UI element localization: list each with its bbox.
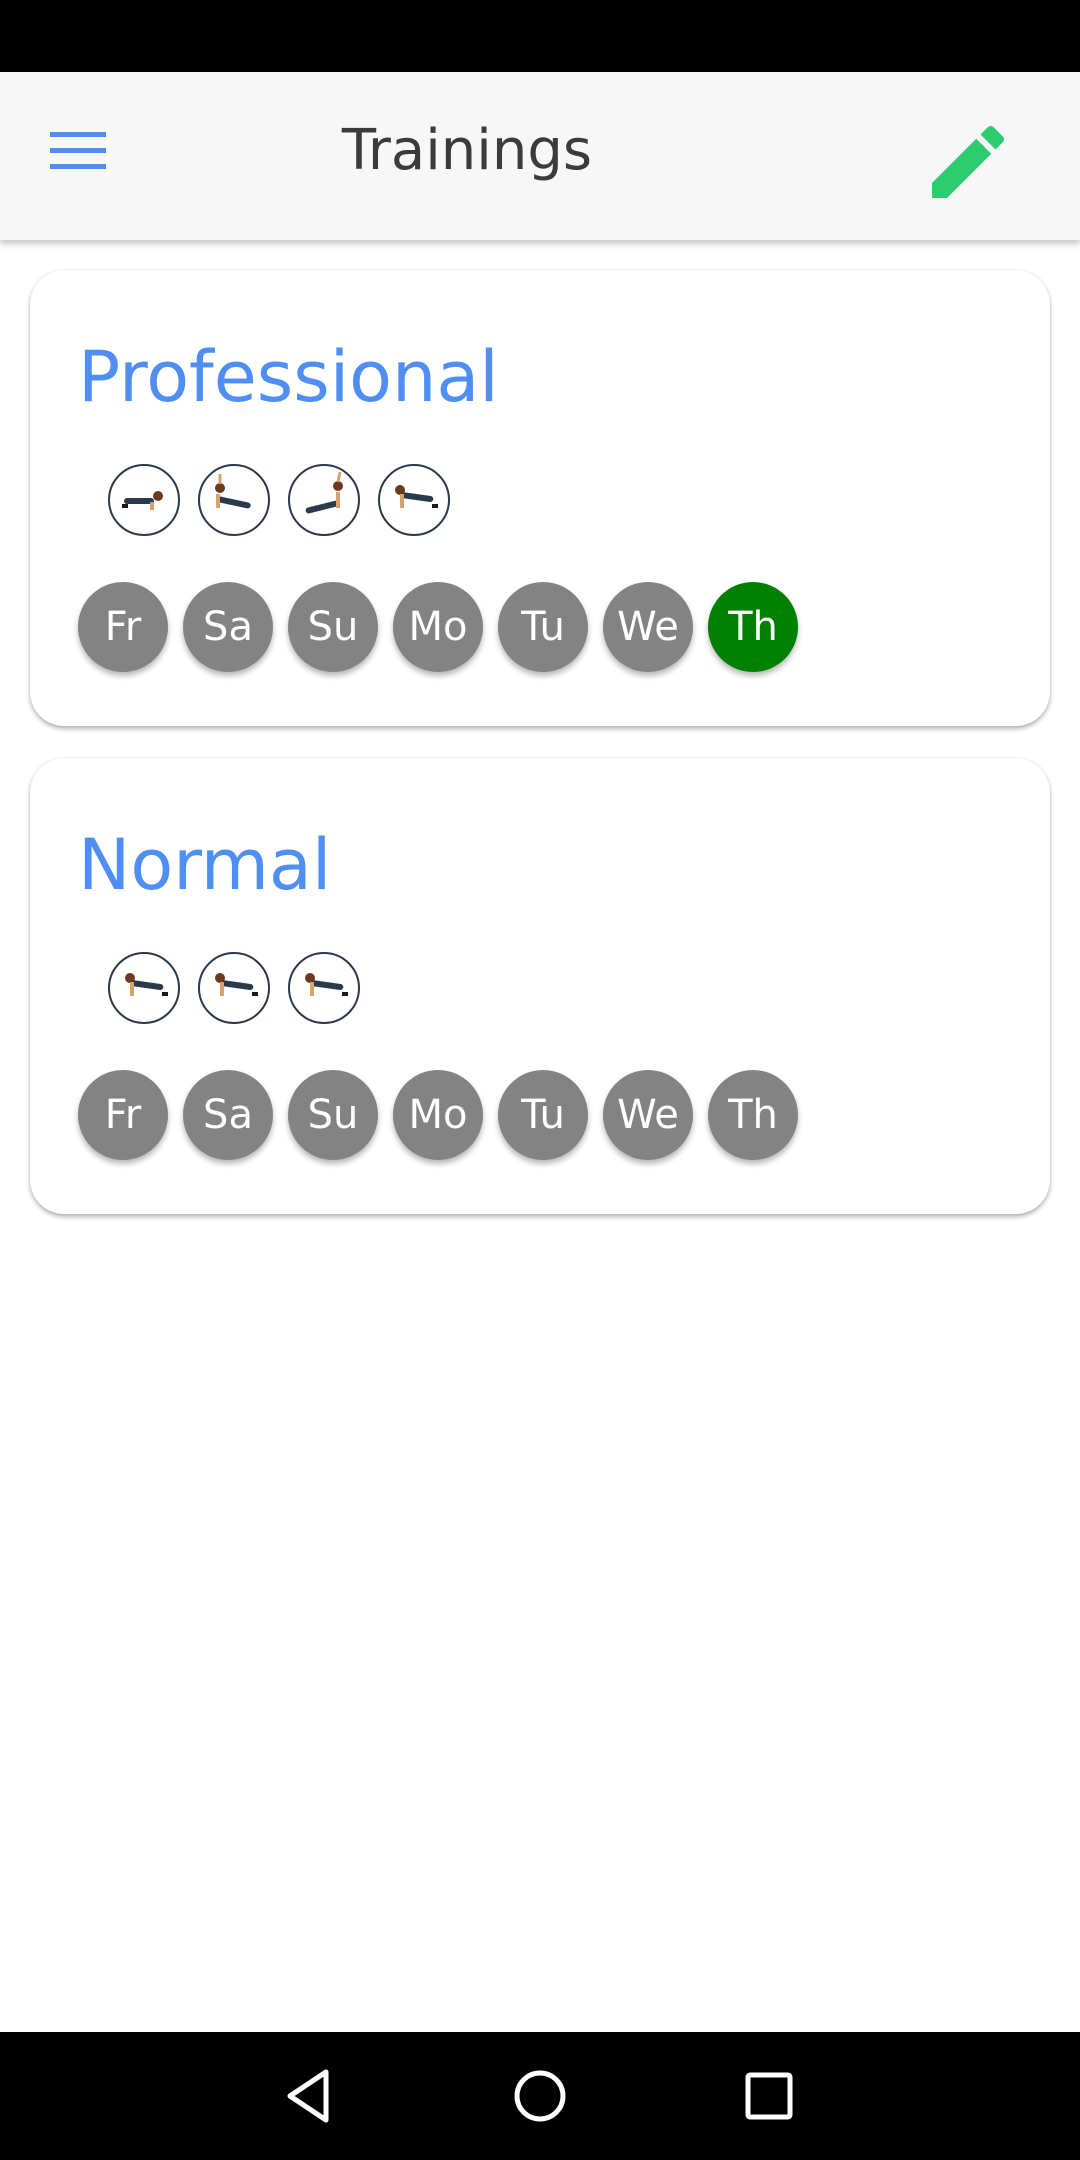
status-bar <box>0 0 1080 72</box>
pushup-icon <box>378 464 450 536</box>
day-toggle-we[interactable]: We <box>603 1070 693 1160</box>
day-toggle-su[interactable]: Su <box>288 582 378 672</box>
recents-button[interactable] <box>728 2056 808 2136</box>
day-toggle-we[interactable]: We <box>603 582 693 672</box>
side-plank-icon <box>288 464 360 536</box>
training-card-normal[interactable]: Normal Fr Sa Su Mo Tu We Th <box>30 758 1050 1214</box>
system-navigation-bar <box>0 2032 1080 2160</box>
day-toggle-fr[interactable]: Fr <box>78 582 168 672</box>
home-icon <box>514 2070 566 2122</box>
day-toggle-fr[interactable]: Fr <box>78 1070 168 1160</box>
weekday-selector: Fr Sa Su Mo Tu We Th <box>78 582 813 672</box>
day-toggle-su[interactable]: Su <box>288 1070 378 1160</box>
pushup-icon <box>288 952 360 1024</box>
side-plank-icon <box>198 464 270 536</box>
edit-pencil-icon <box>932 125 1005 198</box>
day-toggle-th[interactable]: Th <box>708 582 798 672</box>
day-toggle-mo[interactable]: Mo <box>393 582 483 672</box>
day-toggle-mo[interactable]: Mo <box>393 1070 483 1160</box>
day-toggle-tu[interactable]: Tu <box>498 582 588 672</box>
page-title: Trainings <box>341 118 593 183</box>
pushup-icon <box>198 952 270 1024</box>
back-button[interactable] <box>268 2056 348 2136</box>
day-toggle-th[interactable]: Th <box>708 1070 798 1160</box>
training-card-professional[interactable]: Professional Fr Sa Su Mo Tu We Th <box>30 270 1050 726</box>
day-toggle-tu[interactable]: Tu <box>498 1070 588 1160</box>
exercise-list <box>108 464 468 540</box>
training-title: Normal <box>78 824 332 906</box>
weekday-selector: Fr Sa Su Mo Tu We Th <box>78 1070 813 1160</box>
back-icon <box>287 2069 329 2123</box>
plank-icon <box>108 464 180 536</box>
pushup-icon <box>108 952 180 1024</box>
home-button[interactable] <box>500 2056 580 2136</box>
day-toggle-sa[interactable]: Sa <box>183 1070 273 1160</box>
edit-button[interactable] <box>920 114 1016 210</box>
training-title: Professional <box>78 336 499 418</box>
day-toggle-sa[interactable]: Sa <box>183 582 273 672</box>
app-bar: Trainings <box>0 72 1080 240</box>
exercise-list <box>108 952 378 1028</box>
recents-icon <box>745 2072 793 2120</box>
